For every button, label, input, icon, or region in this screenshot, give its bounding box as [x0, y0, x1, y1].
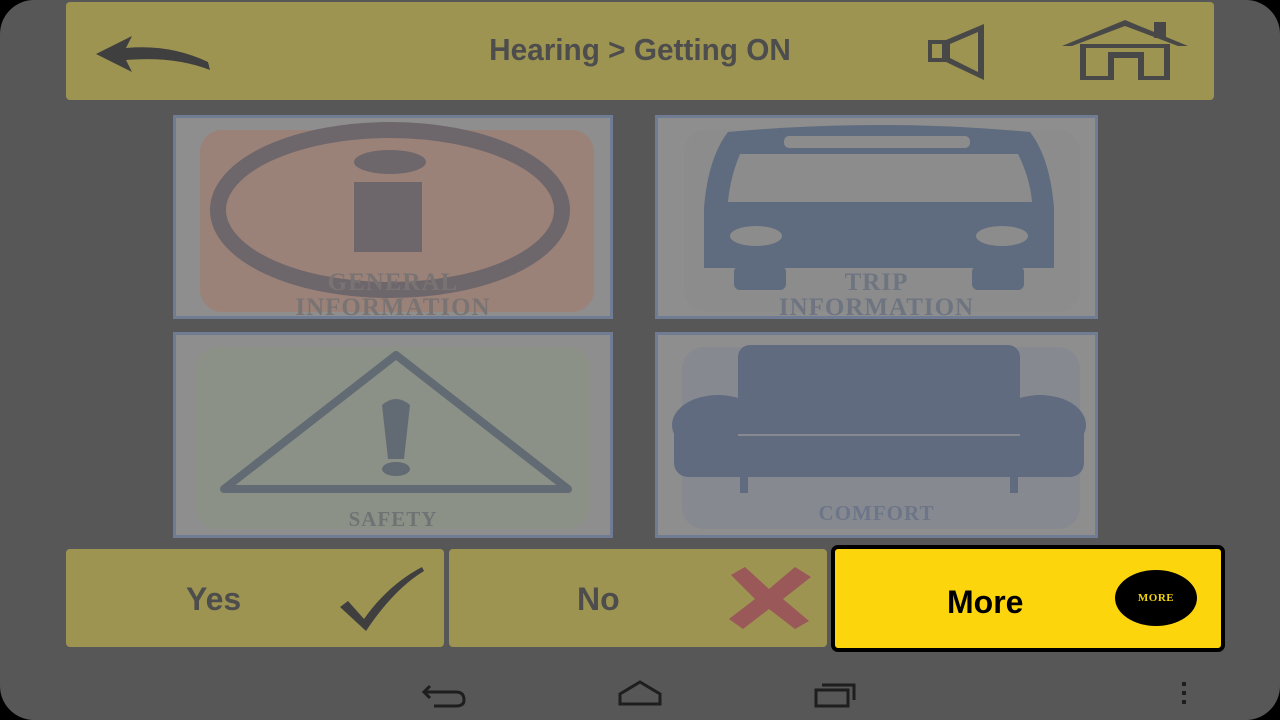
nav-home-icon — [618, 680, 662, 706]
tile-label: SAFETY — [348, 507, 438, 531]
nav-recents-button[interactable] — [810, 676, 860, 717]
home-icon — [1062, 20, 1188, 80]
tile-label-line2: INFORMATION — [778, 294, 975, 321]
tile-comfort[interactable]: COMFORT — [655, 332, 1098, 538]
more-button[interactable]: More MORE — [831, 545, 1225, 652]
yes-button[interactable]: Yes — [66, 549, 444, 647]
app-screen: Hearing > Getting ON GENERAL INFORMATION… — [0, 0, 1280, 720]
tile-label-line1: GENERAL — [327, 269, 459, 296]
speaker-icon — [928, 24, 984, 80]
nav-back-icon — [421, 684, 466, 708]
overflow-menu-button[interactable] — [1176, 678, 1192, 715]
overflow-menu-icon — [1182, 682, 1186, 704]
nav-home-button[interactable] — [614, 676, 664, 717]
checkmark-icon — [340, 567, 424, 631]
tile-label: COMFORT — [818, 501, 935, 525]
system-nav-bar — [0, 660, 1280, 720]
breadcrumb-title: Hearing > Getting ON — [489, 32, 791, 67]
cross-icon — [729, 567, 811, 629]
no-button[interactable]: No — [449, 549, 827, 647]
tile-label-line2: INFORMATION — [295, 294, 491, 321]
more-badge-icon: MORE — [1115, 570, 1197, 626]
yes-label: Yes — [186, 581, 242, 617]
tile-trip-information[interactable]: TRIP INFORMATION — [655, 115, 1098, 321]
no-label: No — [577, 581, 620, 617]
tile-safety[interactable]: SAFETY — [173, 332, 613, 538]
header-bar: Hearing > Getting ON — [66, 2, 1214, 100]
home-button[interactable] — [1060, 18, 1190, 84]
tile-general-information[interactable]: GENERAL INFORMATION — [173, 115, 613, 321]
nav-recents-icon — [814, 683, 856, 708]
tile-label-line1: TRIP — [844, 269, 909, 296]
more-label: More — [947, 584, 1024, 620]
nav-back-button[interactable] — [420, 676, 470, 717]
sound-button[interactable] — [924, 22, 990, 82]
